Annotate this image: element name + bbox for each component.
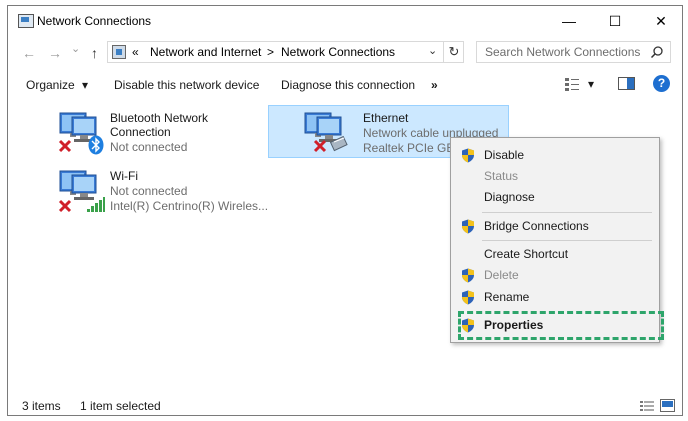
breadcrumb-network-and-internet[interactable]: Network and Internet xyxy=(150,45,261,59)
item-name: Ethernet xyxy=(363,111,409,125)
menu-separator xyxy=(482,212,652,213)
list-item-bluetooth[interactable]: Bluetooth Network Connection Not connect… xyxy=(58,107,258,159)
item-name: Wi-Fi xyxy=(110,169,138,183)
network-folder-icon xyxy=(18,14,34,28)
menu-item-rename[interactable]: Rename xyxy=(451,288,659,308)
uac-shield-icon xyxy=(462,290,474,305)
menu-item-create-shortcut[interactable]: Create Shortcut xyxy=(451,245,659,265)
search-input[interactable]: Search Network Connections xyxy=(476,41,671,63)
disconnected-x-icon xyxy=(313,139,327,153)
window-title: Network Connections xyxy=(37,14,152,28)
help-icon[interactable]: ? xyxy=(653,75,670,92)
menu-item-disable[interactable]: Disable xyxy=(451,146,659,166)
menu-item-label: Rename xyxy=(484,290,530,304)
up-arrow-icon[interactable]: ↑ xyxy=(91,45,98,61)
item-name: Bluetooth Network xyxy=(110,111,209,125)
ethernet-cable-icon xyxy=(329,135,348,152)
item-device: Intel(R) Centrino(R) Wireles... xyxy=(110,199,269,213)
preview-pane-icon[interactable] xyxy=(618,76,635,91)
menu-item-label: Delete xyxy=(484,268,519,282)
properties-highlight-box xyxy=(458,311,664,340)
large-icons-view-icon[interactable] xyxy=(660,399,675,412)
organize-dropdown-icon: ▾ xyxy=(82,78,89,92)
wifi-signal-bars-icon xyxy=(87,197,105,212)
control-panel-icon xyxy=(112,45,126,59)
view-dropdown-icon[interactable]: ▾ xyxy=(588,77,594,91)
more-commands-icon[interactable]: » xyxy=(431,78,438,92)
view-options-icon[interactable] xyxy=(564,76,580,92)
breadcrumb-separator[interactable]: > xyxy=(267,45,274,59)
refresh-icon[interactable]: ↻ xyxy=(443,42,464,62)
close-button[interactable]: ✕ xyxy=(638,6,682,37)
maximize-button[interactable]: ☐ xyxy=(592,6,638,37)
uac-shield-icon xyxy=(462,219,474,234)
breadcrumb-overflow[interactable]: « xyxy=(132,45,139,59)
menu-item-label: Diagnose xyxy=(484,190,535,204)
menu-item-label: Bridge Connections xyxy=(484,219,589,233)
address-dropdown-icon[interactable]: ⌄ xyxy=(428,44,437,57)
diagnose-connection-button[interactable]: Diagnose this connection xyxy=(281,78,415,92)
menu-item-label: Disable xyxy=(484,148,525,162)
address-bar[interactable]: « Network and Internet > Network Connect… xyxy=(107,41,464,63)
menu-item-bridge-connections[interactable]: Bridge Connections xyxy=(451,217,659,237)
forward-arrow-icon[interactable]: → xyxy=(48,45,62,61)
disconnected-x-icon xyxy=(58,139,72,153)
menu-item-status[interactable]: Status xyxy=(451,167,659,187)
item-status: Not connected xyxy=(110,184,188,198)
bluetooth-icon xyxy=(88,135,104,155)
menu-item-label: Status xyxy=(484,169,519,183)
status-bar: 3 items 1 item selected xyxy=(8,393,682,415)
menu-item-diagnose[interactable]: Diagnose xyxy=(451,188,659,208)
search-icon[interactable] xyxy=(650,45,664,59)
minimize-button[interactable]: — xyxy=(546,6,592,37)
details-view-icon[interactable] xyxy=(640,400,654,412)
command-bar: Organize ▾ Disable this network device D… xyxy=(8,70,682,98)
title-bar: Network Connections — ☐ ✕ xyxy=(8,6,682,37)
item-name-line2: Connection xyxy=(110,125,171,139)
item-status: Not connected xyxy=(110,140,188,154)
organize-button[interactable]: Organize ▾ xyxy=(26,78,88,92)
disconnected-x-icon xyxy=(58,199,72,213)
organize-label: Organize xyxy=(26,78,75,92)
list-item-wifi[interactable]: Wi-Fi Not connected Intel(R) Centrino(R)… xyxy=(58,165,278,217)
recent-locations-dropdown-icon[interactable]: ⌄ xyxy=(71,42,80,55)
breadcrumb-network-connections[interactable]: Network Connections xyxy=(281,45,395,59)
uac-shield-icon xyxy=(462,148,474,163)
menu-separator xyxy=(482,240,652,241)
menu-item-delete[interactable]: Delete xyxy=(451,266,659,286)
back-arrow-icon[interactable]: ← xyxy=(22,45,36,61)
uac-shield-icon xyxy=(462,268,474,283)
disable-device-button[interactable]: Disable this network device xyxy=(114,78,259,92)
selection-count: 1 item selected xyxy=(80,399,161,413)
menu-item-label: Create Shortcut xyxy=(484,247,569,261)
search-placeholder: Search Network Connections xyxy=(485,45,641,59)
address-row: ← → ⌄ ↑ « Network and Internet > Network… xyxy=(8,37,682,69)
item-count: 3 items xyxy=(22,399,61,413)
